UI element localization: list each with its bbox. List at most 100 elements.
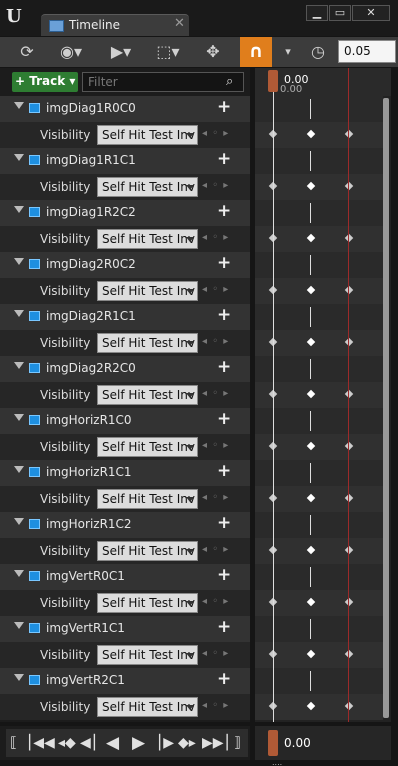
track-header[interactable]: imgDiag1R0C0 + bbox=[0, 96, 250, 122]
key-nav-icon[interactable]: ◂ ◦ ▸ bbox=[202, 700, 229, 711]
refresh-icon[interactable]: ⟳ bbox=[14, 40, 40, 64]
goto-start-icon[interactable]: ⟦ bbox=[10, 729, 17, 757]
keyframe[interactable] bbox=[344, 493, 354, 503]
snap-interval-input[interactable]: 0.05 bbox=[338, 40, 396, 63]
track-header[interactable]: imgDiag2R0C2 + bbox=[0, 252, 250, 278]
add-icon[interactable]: + bbox=[217, 409, 231, 429]
lane-keyframes[interactable] bbox=[255, 538, 383, 564]
visibility-select[interactable]: Self Hit Test Inv bbox=[97, 229, 198, 249]
minimize-button[interactable]: ▁ bbox=[306, 5, 328, 21]
keyframe[interactable] bbox=[306, 233, 316, 243]
keyframe[interactable] bbox=[344, 337, 354, 347]
add-icon[interactable]: + bbox=[217, 357, 231, 377]
visibility-select[interactable]: Self Hit Test Inv bbox=[97, 437, 198, 457]
add-icon[interactable]: + bbox=[217, 201, 231, 221]
bottom-playhead-handle[interactable] bbox=[268, 730, 278, 756]
expand-arrow-icon[interactable] bbox=[14, 102, 24, 109]
keyframe[interactable] bbox=[344, 181, 354, 191]
step-forward-icon[interactable]: ▶▶⎮ bbox=[202, 729, 231, 757]
visibility-select[interactable]: Self Hit Test Inv bbox=[97, 177, 198, 197]
keyframe[interactable] bbox=[344, 649, 354, 659]
lane-keyframes[interactable] bbox=[255, 590, 383, 616]
clock-icon[interactable]: ◷ bbox=[304, 40, 332, 64]
lane-header[interactable] bbox=[255, 668, 383, 694]
filter-input[interactable]: Filter bbox=[82, 72, 244, 92]
keyframe[interactable] bbox=[306, 285, 316, 295]
add-icon[interactable]: + bbox=[217, 305, 231, 325]
key-nav-icon[interactable]: ◂ ◦ ▸ bbox=[202, 180, 229, 191]
lane-keyframes[interactable] bbox=[255, 174, 383, 200]
lane-header[interactable] bbox=[255, 616, 383, 642]
lane-keyframes[interactable] bbox=[255, 434, 383, 460]
lane-header[interactable] bbox=[255, 460, 383, 486]
next-key-icon[interactable]: ◆▸ bbox=[178, 729, 196, 757]
lane-keyframes[interactable] bbox=[255, 330, 383, 356]
keyframe[interactable] bbox=[306, 649, 316, 659]
add-icon[interactable]: + bbox=[217, 97, 231, 117]
add-track-button[interactable]: + Track ▾ bbox=[12, 72, 78, 92]
snap-magnet-icon[interactable]: ∩ bbox=[240, 37, 272, 67]
play-icon[interactable]: ▶ bbox=[132, 729, 145, 757]
keyframe[interactable] bbox=[306, 337, 316, 347]
keyframe[interactable] bbox=[344, 389, 354, 399]
search-icon[interactable]: ⌕ bbox=[226, 74, 233, 89]
key-nav-icon[interactable]: ◂ ◦ ▸ bbox=[202, 388, 229, 399]
keyframe[interactable] bbox=[306, 129, 316, 139]
keyframe[interactable] bbox=[306, 597, 316, 607]
visibility-select[interactable]: Self Hit Test Inv bbox=[97, 697, 198, 717]
expand-arrow-icon[interactable] bbox=[14, 310, 24, 317]
expand-arrow-icon[interactable] bbox=[14, 674, 24, 681]
expand-arrow-icon[interactable] bbox=[14, 622, 24, 629]
expand-arrow-icon[interactable] bbox=[14, 362, 24, 369]
add-icon[interactable]: + bbox=[217, 617, 231, 637]
expand-arrow-icon[interactable] bbox=[14, 570, 24, 577]
track-header[interactable]: imgVertR2C1 + bbox=[0, 668, 250, 694]
selection-mode-icon[interactable]: ⬚▾ bbox=[150, 40, 186, 64]
lane-keyframes[interactable] bbox=[255, 382, 383, 408]
play-reverse-icon[interactable]: ◀ bbox=[106, 729, 119, 757]
expand-arrow-icon[interactable] bbox=[14, 466, 24, 473]
prev-key-icon[interactable]: ◂◆ bbox=[58, 729, 76, 757]
expand-arrow-icon[interactable] bbox=[14, 258, 24, 265]
visibility-select[interactable]: Self Hit Test Inv bbox=[97, 125, 198, 145]
lane-keyframes[interactable] bbox=[255, 694, 383, 720]
keyframe[interactable] bbox=[306, 181, 316, 191]
key-nav-icon[interactable]: ◂ ◦ ▸ bbox=[202, 440, 229, 451]
track-header[interactable]: imgDiag1R2C2 + bbox=[0, 200, 250, 226]
lane-header[interactable] bbox=[255, 200, 383, 226]
keyframe[interactable] bbox=[344, 545, 354, 555]
playhead-handle[interactable] bbox=[268, 70, 278, 92]
keyframe[interactable] bbox=[344, 597, 354, 607]
maximize-button[interactable]: ▭ bbox=[329, 5, 351, 21]
key-nav-icon[interactable]: ◂ ◦ ▸ bbox=[202, 128, 229, 139]
track-header[interactable]: imgHorizR1C2 + bbox=[0, 512, 250, 538]
key-nav-icon[interactable]: ◂ ◦ ▸ bbox=[202, 596, 229, 607]
add-icon[interactable]: + bbox=[217, 461, 231, 481]
key-nav-icon[interactable]: ◂ ◦ ▸ bbox=[202, 284, 229, 295]
back-frame-icon[interactable]: ◀⎮ bbox=[80, 729, 98, 757]
visibility-select[interactable]: Self Hit Test Inv bbox=[97, 541, 198, 561]
expand-arrow-icon[interactable] bbox=[14, 518, 24, 525]
key-nav-icon[interactable]: ◂ ◦ ▸ bbox=[202, 648, 229, 659]
lane-header[interactable] bbox=[255, 96, 383, 122]
key-nav-icon[interactable]: ◂ ◦ ▸ bbox=[202, 492, 229, 503]
keyframe[interactable] bbox=[344, 129, 354, 139]
visibility-select[interactable]: Self Hit Test Inv bbox=[97, 489, 198, 509]
lane-header[interactable] bbox=[255, 564, 383, 590]
play-options-icon[interactable]: ▶▾ bbox=[104, 40, 138, 64]
lane-keyframes[interactable] bbox=[255, 486, 383, 512]
keyframe[interactable] bbox=[306, 441, 316, 451]
step-back-icon[interactable]: ⎮◀◀ bbox=[26, 729, 55, 757]
keyframe[interactable] bbox=[306, 701, 316, 711]
lane-header[interactable] bbox=[255, 148, 383, 174]
snap-dropdown-icon[interactable]: ▾ bbox=[280, 40, 296, 64]
track-header[interactable]: imgDiag1R1C1 + bbox=[0, 148, 250, 174]
key-nav-icon[interactable]: ◂ ◦ ▸ bbox=[202, 336, 229, 347]
key-nav-icon[interactable]: ◂ ◦ ▸ bbox=[202, 544, 229, 555]
forward-frame-icon[interactable]: ⎮▶ bbox=[156, 729, 174, 757]
track-header[interactable]: imgHorizR1C1 + bbox=[0, 460, 250, 486]
lane-keyframes[interactable] bbox=[255, 122, 383, 148]
add-icon[interactable]: + bbox=[217, 149, 231, 169]
keyframe[interactable] bbox=[344, 233, 354, 243]
visibility-select[interactable]: Self Hit Test Inv bbox=[97, 385, 198, 405]
